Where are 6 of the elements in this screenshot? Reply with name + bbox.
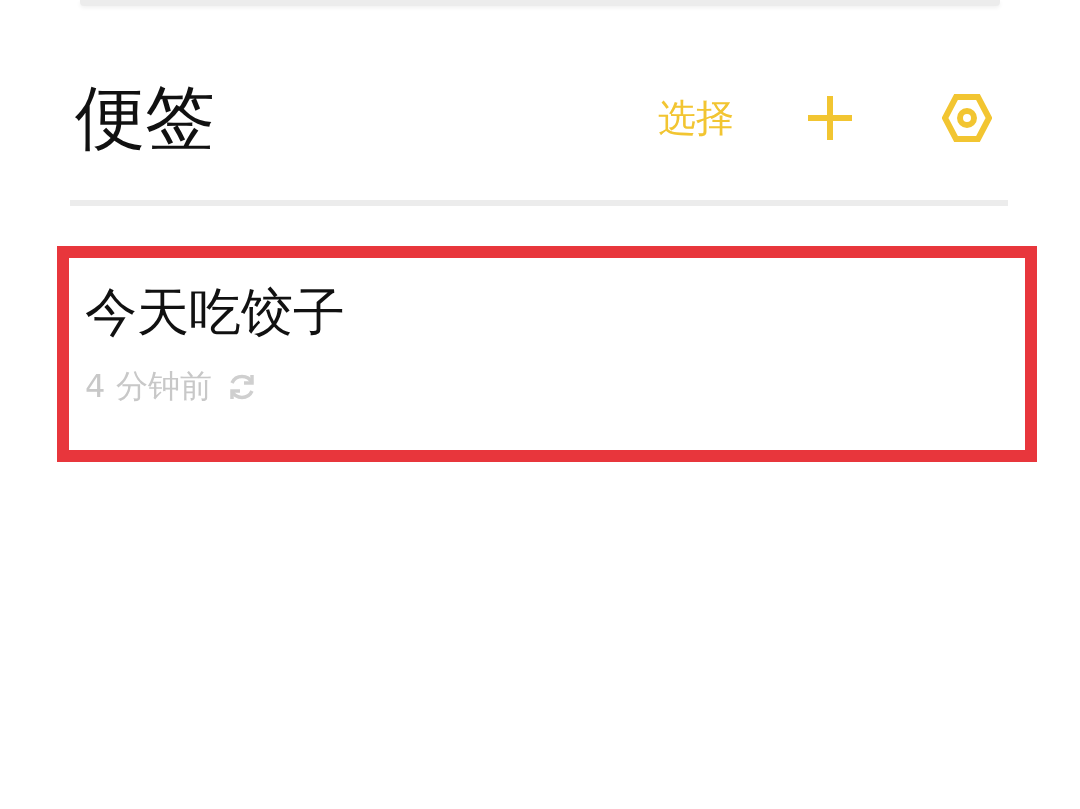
- settings-icon: [942, 94, 992, 142]
- plus-icon: [806, 94, 854, 142]
- settings-button[interactable]: [942, 94, 992, 142]
- page-title: 便签: [75, 83, 216, 153]
- add-button[interactable]: [806, 94, 854, 142]
- note-title: 今天吃饺子: [85, 284, 346, 342]
